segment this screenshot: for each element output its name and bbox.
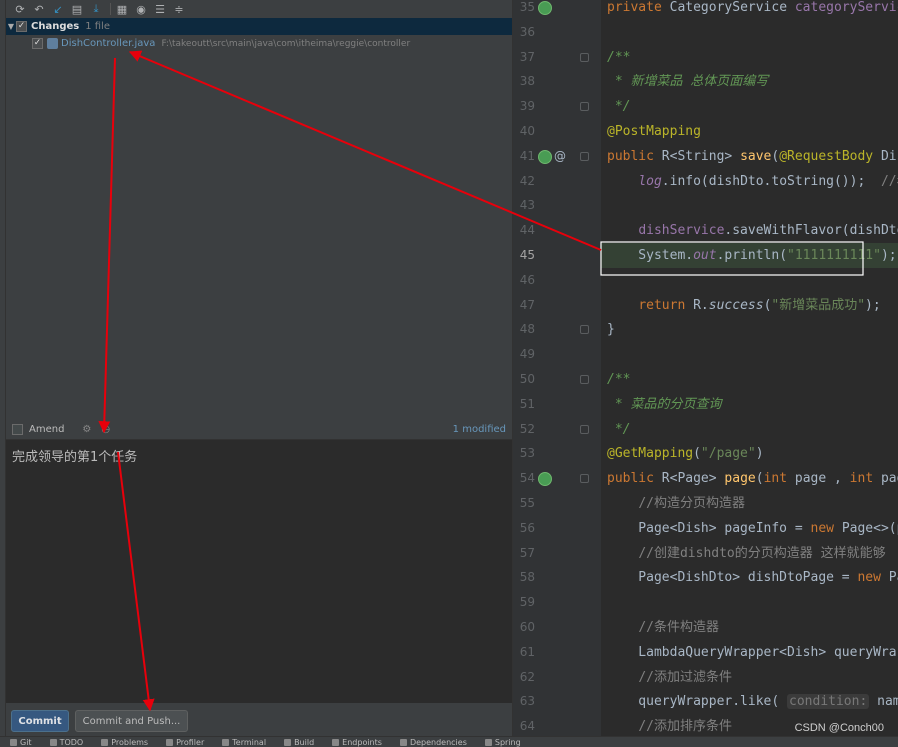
annotation-overlay <box>98 50 864 712</box>
arrow-to-push <box>117 451 155 712</box>
arrow-to-amend <box>98 57 116 434</box>
highlight-box <box>600 241 864 276</box>
arrow-to-file <box>128 50 602 251</box>
